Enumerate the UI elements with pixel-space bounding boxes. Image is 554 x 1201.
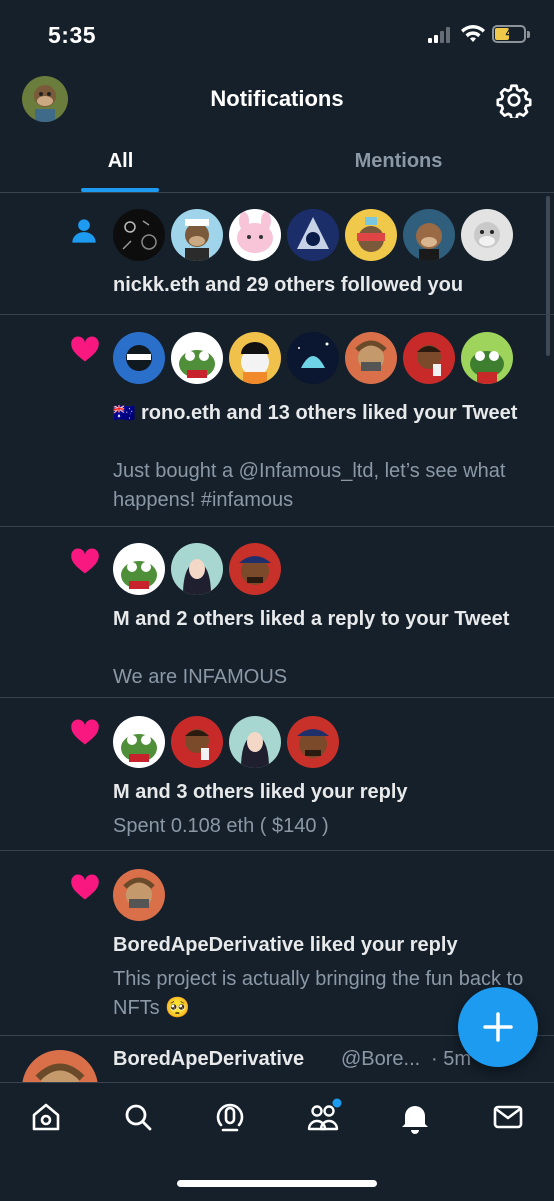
compose-tweet-button[interactable]: [458, 987, 538, 1067]
tweet-author-handle: @Bore...: [341, 1048, 421, 1070]
notification-text: M and 2 others liked a reply to your Twe…: [113, 608, 510, 630]
avatar[interactable]: [287, 332, 339, 384]
notification-item[interactable]: nickk.eth and 29 others followed you: [0, 193, 554, 315]
avatar[interactable]: [113, 716, 165, 768]
home-indicator[interactable]: [177, 1180, 377, 1187]
avatar[interactable]: [113, 332, 165, 384]
heart-icon: [71, 548, 99, 574]
person-icon: [72, 219, 96, 243]
plus-icon: [483, 1012, 513, 1042]
tab-active-indicator: [81, 188, 159, 192]
heart-icon: [71, 874, 99, 900]
avatar[interactable]: [345, 332, 397, 384]
battery-level: 4: [505, 26, 513, 40]
avatar[interactable]: [461, 332, 513, 384]
tweet-author-name: BoredApeDerivative: [113, 1048, 305, 1070]
communities-icon[interactable]: [303, 1097, 343, 1137]
flag-emoji: 🇦🇺: [113, 403, 136, 423]
avatar[interactable]: [461, 209, 513, 261]
notification-text: BoredApeDerivative liked your reply: [113, 934, 458, 956]
avatar[interactable]: [171, 716, 223, 768]
signal-icon: [428, 27, 454, 43]
avatar[interactable]: [345, 209, 397, 261]
tab-mentions[interactable]: Mentions: [260, 132, 537, 192]
notification-text: nickk.eth and 29 others followed you: [113, 274, 464, 296]
bell-icon[interactable]: [395, 1097, 435, 1137]
header: Notifications: [0, 70, 554, 130]
avatar[interactable]: [229, 543, 281, 595]
status-bar: 5:35 4: [0, 0, 554, 70]
tweet-preview-text: We are INFAMOUS: [113, 666, 288, 688]
home-icon[interactable]: [26, 1097, 66, 1137]
notification-item[interactable]: M and 2 others liked a reply to your Twe…: [0, 527, 554, 698]
notification-text: 🇦🇺 rono.eth and 13 others liked your Twe…: [113, 402, 518, 424]
avatar[interactable]: [229, 209, 281, 261]
page-title: Notifications: [210, 86, 344, 111]
heart-icon: [71, 336, 99, 362]
battery-icon: 4: [492, 25, 526, 43]
avatar[interactable]: [113, 209, 165, 261]
notification-item[interactable]: M and 3 others liked your reply Spent 0.…: [0, 698, 554, 851]
heart-icon: [71, 719, 99, 745]
avatar[interactable]: [229, 332, 281, 384]
avatar[interactable]: [403, 209, 455, 261]
mail-icon[interactable]: [488, 1097, 528, 1137]
avatar[interactable]: [113, 543, 165, 595]
wifi-icon: [461, 25, 485, 42]
tweet-preview-text: Just bought a @Infamous_ltd, let’s see w…: [113, 460, 506, 511]
search-icon[interactable]: [118, 1097, 158, 1137]
avatar[interactable]: [287, 209, 339, 261]
spaces-icon[interactable]: [210, 1097, 250, 1137]
pleading-face-emoji: 🥺: [165, 997, 191, 1019]
avatar[interactable]: [287, 716, 339, 768]
avatar[interactable]: [171, 543, 223, 595]
notification-item[interactable]: 🇦🇺 rono.eth and 13 others liked your Twe…: [0, 315, 554, 527]
status-time: 5:35: [48, 22, 97, 48]
tweet-preview-text: Spent 0.108 eth ( $140 ): [113, 815, 329, 837]
avatar[interactable]: [229, 716, 281, 768]
tab-bar: All Mentions: [0, 132, 554, 193]
gear-icon[interactable]: [496, 82, 532, 118]
notification-text: M and 3 others liked your reply: [113, 781, 408, 803]
avatar[interactable]: [171, 332, 223, 384]
tab-all[interactable]: All: [0, 132, 259, 192]
avatar[interactable]: [171, 209, 223, 261]
avatar[interactable]: [113, 869, 165, 921]
avatar[interactable]: [403, 332, 455, 384]
avatar[interactable]: [22, 1050, 98, 1082]
